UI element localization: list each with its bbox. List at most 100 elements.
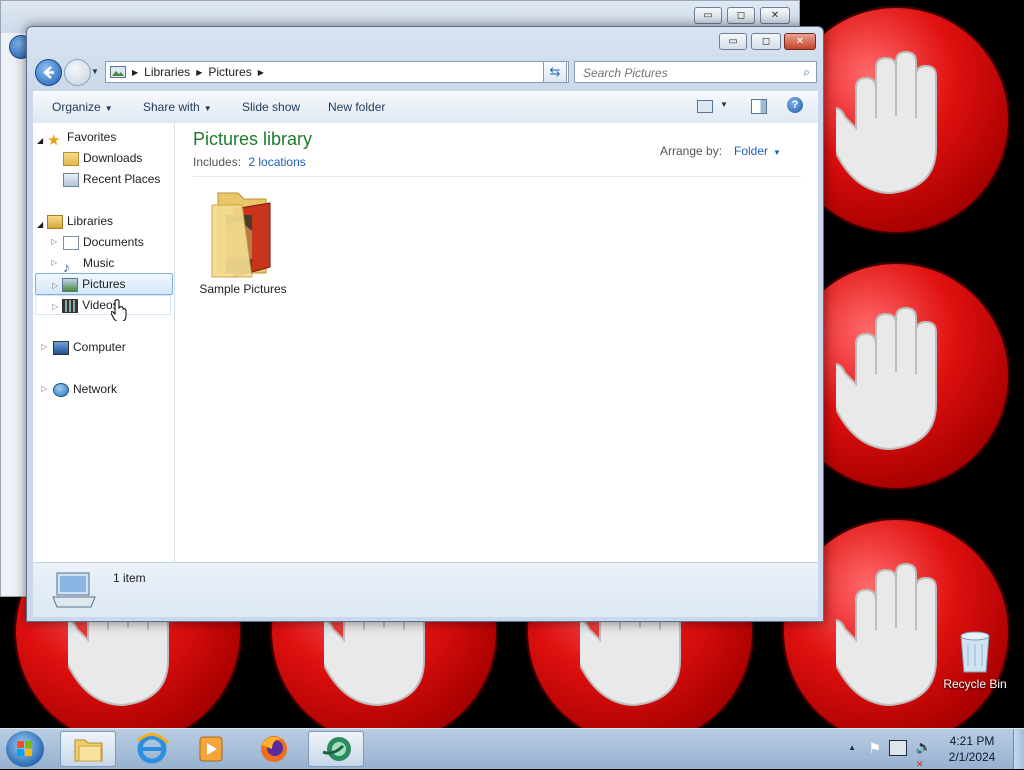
forward-button[interactable]: [64, 59, 91, 86]
view-dropdown-icon[interactable]: ▼: [720, 100, 728, 109]
taskbar-app-button[interactable]: [308, 731, 364, 767]
start-button[interactable]: [6, 731, 44, 767]
explorer-window[interactable]: ▭ ◻ ✕ ▼ ▶ Libraries ▶ Pictures ▶ ▼ ⇆ ⌕ O…: [26, 26, 824, 622]
nav-item-downloads[interactable]: Downloads: [63, 148, 142, 168]
search-box[interactable]: ⌕: [574, 61, 817, 83]
recycle-bin-icon: [960, 631, 990, 673]
nav-label-recent-places: Recent Places: [83, 172, 161, 186]
clock-time: 4:21 PM: [949, 734, 995, 748]
app-icon: [322, 737, 351, 761]
computer-icon: [53, 340, 69, 355]
refresh-button[interactable]: ⇆: [543, 61, 567, 83]
clock[interactable]: 4:21 PM 2/1/2024: [932, 733, 1012, 765]
background-minimize-button[interactable]: ▭: [694, 7, 722, 24]
show-desktop-button[interactable]: [1013, 729, 1024, 769]
taskbar-firefox-button[interactable]: [246, 731, 302, 767]
background-maximize-button[interactable]: ◻: [727, 7, 755, 24]
folder-icon: [74, 739, 103, 762]
pictures-library-icon: [110, 66, 126, 78]
nav-item-music[interactable]: ♪ Music: [63, 253, 115, 275]
hand-cursor-icon: [111, 299, 127, 321]
list-item-label: Sample Pictures: [199, 282, 287, 296]
share-with-menu[interactable]: Share with ▼: [143, 100, 212, 114]
chevron-down-icon: ▼: [203, 104, 212, 113]
taskbar: ▲ ⚑ 🔈✕ 4:21 PM 2/1/2024: [0, 728, 1024, 769]
list-item[interactable]: Sample Pictures: [193, 185, 293, 296]
breadcrumb-pictures[interactable]: Pictures: [208, 65, 251, 79]
nav-label-favorites: Favorites: [67, 130, 117, 144]
nav-item-videos[interactable]: ▷ Videos: [35, 295, 171, 315]
chevron-down-icon: ▼: [104, 104, 113, 113]
downloads-folder-icon: [63, 151, 79, 166]
close-button[interactable]: ✕: [784, 33, 816, 50]
nav-expander-documents[interactable]: ▷: [51, 232, 57, 252]
breadcrumb-libraries[interactable]: Libraries: [144, 65, 190, 79]
nav-expander-computer[interactable]: ▷: [41, 337, 47, 357]
library-laptop-icon: [52, 572, 96, 608]
music-note-icon: ♪: [63, 258, 70, 275]
share-with-label: Share with: [143, 100, 200, 114]
recent-pages-dropdown[interactable]: ▼: [91, 67, 99, 76]
help-icon[interactable]: ?: [787, 97, 803, 113]
windows-logo-icon: [17, 741, 32, 756]
nav-item-computer[interactable]: Computer: [53, 337, 126, 357]
breadcrumb-separator: ▶: [132, 67, 139, 77]
star-icon: ★: [47, 131, 61, 149]
nav-item-network[interactable]: Network: [53, 379, 117, 399]
nav-item-recent-places[interactable]: Recent Places: [63, 169, 160, 189]
nav-item-pictures[interactable]: ▷ Pictures: [35, 273, 173, 295]
recycle-bin[interactable]: Recycle Bin: [942, 630, 1008, 691]
address-bar[interactable]: ▶ Libraries ▶ Pictures ▶ ▼: [105, 61, 569, 83]
internet-explorer-icon: [136, 733, 170, 764]
view-options-icon[interactable]: [697, 100, 713, 113]
nav-expander-favorites[interactable]: ◢: [37, 131, 43, 151]
nav-expander-pictures[interactable]: ▷: [52, 281, 58, 290]
arrange-by-label: Arrange by:: [660, 144, 723, 158]
nav-label-downloads: Downloads: [83, 151, 143, 165]
arrange-by-dropdown[interactable]: Folder ▼: [734, 144, 781, 158]
organize-menu[interactable]: Organize ▼: [52, 100, 113, 114]
pictures-icon: [62, 277, 79, 292]
volume-muted-icon[interactable]: 🔈✕: [916, 739, 932, 770]
firefox-icon: [261, 736, 287, 762]
taskbar-explorer-button[interactable]: [60, 731, 116, 767]
maximize-button[interactable]: ◻: [751, 33, 781, 50]
includes-label: Includes:: [193, 155, 242, 169]
search-input[interactable]: [581, 65, 795, 81]
nav-label-pictures: Pictures: [82, 277, 126, 291]
nav-expander-videos[interactable]: ▷: [52, 302, 58, 311]
item-count: 1 item: [113, 571, 146, 585]
nav-expander-libraries[interactable]: ◢: [37, 215, 43, 235]
search-icon[interactable]: ⌕: [803, 65, 810, 80]
new-folder-button[interactable]: New folder: [328, 100, 385, 114]
action-center-flag-icon[interactable]: ⚑: [868, 740, 881, 757]
locations-link[interactable]: 2 locations: [248, 155, 305, 169]
command-bar: Organize ▼ Share with ▼ Slide show New fol…: [33, 91, 818, 124]
taskbar-media-player-button[interactable]: [184, 731, 240, 767]
chevron-down-icon: ▼: [773, 148, 781, 157]
back-arrow-icon: [43, 66, 54, 79]
show-hidden-icons-button[interactable]: ▲: [848, 743, 856, 752]
nav-item-libraries[interactable]: Libraries: [47, 211, 113, 231]
nav-expander-network[interactable]: ▷: [41, 379, 47, 399]
nav-item-favorites[interactable]: ★ Favorites: [47, 127, 117, 149]
breadcrumb-separator: ▶: [257, 67, 264, 77]
background-close-button[interactable]: ✕: [760, 7, 790, 24]
media-player-icon: [199, 736, 223, 762]
nav-item-documents[interactable]: Documents: [63, 232, 144, 252]
documents-icon: [63, 235, 79, 250]
organize-label: Organize: [52, 100, 101, 114]
recent-places-icon: [63, 172, 79, 187]
taskbar-ie-button[interactable]: [124, 731, 180, 767]
slide-show-button[interactable]: Slide show: [242, 100, 300, 114]
back-button[interactable]: [35, 59, 62, 86]
nav-expander-music[interactable]: ▷: [51, 253, 57, 273]
network-icon[interactable]: [889, 740, 907, 756]
includes-row: Includes: 2 locations: [193, 155, 306, 169]
nav-label-music: Music: [83, 256, 115, 270]
nav-label-libraries: Libraries: [67, 214, 114, 228]
header-divider: [193, 176, 801, 177]
libraries-icon: [47, 214, 63, 229]
preview-pane-icon[interactable]: [751, 99, 767, 114]
minimize-button[interactable]: ▭: [719, 33, 747, 50]
